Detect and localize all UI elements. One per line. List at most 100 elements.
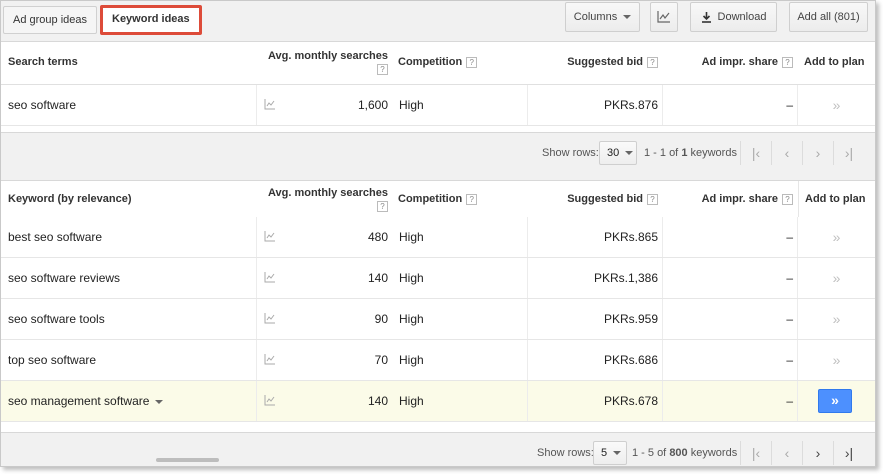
ad-impr-share: – — [786, 98, 793, 112]
rows-per-page-value: 30 — [607, 147, 620, 159]
add-to-plan-link[interactable]: » — [798, 340, 875, 380]
show-rows-label: Show rows: — [542, 147, 599, 159]
tab-keyword-ideas[interactable]: Keyword ideas — [100, 5, 202, 35]
first-page-icon[interactable]: |‹ — [741, 141, 771, 165]
header-avg-monthly-searches[interactable]: Avg. monthly searches ? — [257, 42, 391, 85]
show-rows-label: Show rows: — [537, 447, 594, 459]
header-ad-impr-share[interactable]: Ad impr. share? — [663, 42, 797, 85]
competition-value: High — [399, 312, 424, 326]
avg-monthly-searches: 90 — [374, 312, 388, 326]
help-icon[interactable]: ? — [782, 193, 793, 205]
keyword-text[interactable]: seo management software — [8, 381, 164, 421]
chevron-down-icon — [613, 451, 622, 456]
download-button[interactable]: Download — [690, 2, 777, 32]
help-icon[interactable]: ? — [377, 64, 388, 75]
download-icon — [701, 11, 711, 23]
help-icon[interactable]: ? — [782, 56, 793, 68]
suggested-bid: PKRs.1,386 — [593, 271, 658, 285]
suggested-bid: PKRs.686 — [603, 353, 658, 367]
chart-toggle-button[interactable] — [650, 2, 678, 32]
table-row: seo software tools 90 High PKRs.959 – » — [1, 299, 875, 340]
competition-value: High — [399, 353, 424, 367]
keyword-ideas-pager: Show rows: 5 1 - 5 of 800 keywords |‹ ‹ … — [1, 433, 875, 466]
table-row: seo software 1,600 High PKRs.876 – » — [1, 85, 875, 126]
line-chart-icon[interactable] — [264, 231, 276, 242]
table-row-highlighted: seo management software 140 High PKRs.67… — [1, 381, 875, 422]
line-chart-icon[interactable] — [264, 99, 276, 110]
line-chart-icon[interactable] — [264, 313, 276, 324]
suggested-bid: PKRs.876 — [603, 98, 658, 112]
ad-impr-share: – — [786, 312, 793, 326]
suggested-bid: PKRs.865 — [603, 230, 658, 244]
tab-ad-group-ideas[interactable]: Ad group ideas — [3, 6, 97, 34]
header-suggested-bid[interactable]: Suggested bid? — [528, 42, 662, 85]
last-page-icon[interactable]: ›| — [834, 441, 864, 465]
header-search-terms: Search terms — [8, 56, 78, 68]
competition-value: High — [399, 230, 424, 244]
help-icon[interactable]: ? — [647, 56, 658, 68]
add-to-plan-link[interactable]: » — [798, 85, 875, 125]
add-to-plan-link[interactable]: » — [798, 258, 875, 298]
ad-impr-share: – — [786, 394, 793, 408]
header-competition[interactable]: Competition? — [398, 42, 528, 85]
rows-per-page-value: 5 — [601, 447, 608, 459]
add-all-button[interactable]: Add all (801) — [789, 2, 868, 32]
search-terms-pager: Show rows: 30 1 - 1 of 1 keywords |‹ ‹ ›… — [1, 133, 875, 173]
competition-value: High — [399, 98, 424, 112]
keyword-text: seo software tools — [8, 312, 105, 326]
ad-impr-share: – — [786, 353, 793, 367]
first-page-icon[interactable]: |‹ — [741, 441, 771, 465]
pagination-range: 1 - 5 of 800 keywords — [632, 447, 738, 459]
avg-monthly-searches: 140 — [367, 394, 388, 408]
competition-value: High — [399, 271, 424, 285]
competition-value: High — [399, 394, 424, 408]
ad-impr-share: – — [786, 271, 793, 285]
add-to-plan-link[interactable]: » — [798, 217, 875, 257]
columns-label: Columns — [573, 11, 618, 23]
rows-per-page-select[interactable]: 30 — [599, 141, 637, 165]
line-chart-icon[interactable] — [264, 354, 276, 365]
table-row: top seo software 70 High PKRs.686 – » — [1, 340, 875, 381]
prev-page-icon[interactable]: ‹ — [772, 441, 802, 465]
avg-monthly-searches: 1,600 — [357, 98, 388, 112]
search-terms-table: Search terms Avg. monthly searches ? Com… — [1, 41, 875, 133]
last-page-icon[interactable]: ›| — [834, 141, 864, 165]
add-to-plan-link[interactable]: » — [798, 299, 875, 339]
chevron-down-icon[interactable] — [155, 399, 164, 404]
help-icon[interactable]: ? — [466, 56, 478, 68]
help-icon[interactable]: ? — [466, 193, 478, 205]
prev-page-icon[interactable]: ‹ — [772, 141, 802, 165]
horizontal-scrollbar[interactable] — [156, 458, 219, 462]
line-chart-icon[interactable] — [264, 395, 276, 406]
next-page-icon[interactable]: › — [803, 441, 833, 465]
chevron-down-icon — [623, 15, 632, 20]
columns-button[interactable]: Columns — [565, 2, 640, 32]
keyword-ideas-table: Keyword (by relevance) Avg. monthly sear… — [1, 180, 875, 433]
search-terms-header: Search terms Avg. monthly searches ? Com… — [1, 42, 875, 85]
table-row: seo software reviews 140 High PKRs.1,386… — [1, 258, 875, 299]
help-icon[interactable]: ? — [377, 201, 388, 212]
pagination-range: 1 - 1 of 1 keywords — [644, 147, 737, 159]
next-page-icon[interactable]: › — [803, 141, 833, 165]
avg-monthly-searches: 140 — [367, 271, 388, 285]
avg-monthly-searches: 480 — [367, 230, 388, 244]
keyword-text: seo software reviews — [8, 271, 121, 285]
keyword-planner-frame: Ad group ideas Keyword ideas Columns Dow… — [0, 0, 876, 467]
download-label: Download — [717, 11, 767, 23]
chevron-down-icon — [625, 151, 634, 156]
search-term-text: seo software — [8, 98, 77, 112]
suggested-bid: PKRs.959 — [603, 312, 658, 326]
line-chart-icon[interactable] — [264, 272, 276, 283]
rows-per-page-select[interactable]: 5 — [593, 441, 627, 465]
toolbar: Ad group ideas Keyword ideas Columns Dow… — [1, 1, 875, 39]
table-row: best seo software 480 High PKRs.865 – » — [1, 217, 875, 258]
line-chart-icon — [657, 11, 670, 23]
keyword-text: best seo software — [8, 230, 103, 244]
help-icon[interactable]: ? — [647, 193, 658, 205]
avg-monthly-searches: 70 — [374, 353, 388, 367]
suggested-bid: PKRs.678 — [603, 394, 658, 408]
ad-impr-share: – — [786, 230, 793, 244]
add-to-plan-button[interactable]: » — [818, 389, 852, 413]
header-add-to-plan: Add to plan — [804, 56, 865, 68]
keyword-text: top seo software — [8, 353, 97, 367]
